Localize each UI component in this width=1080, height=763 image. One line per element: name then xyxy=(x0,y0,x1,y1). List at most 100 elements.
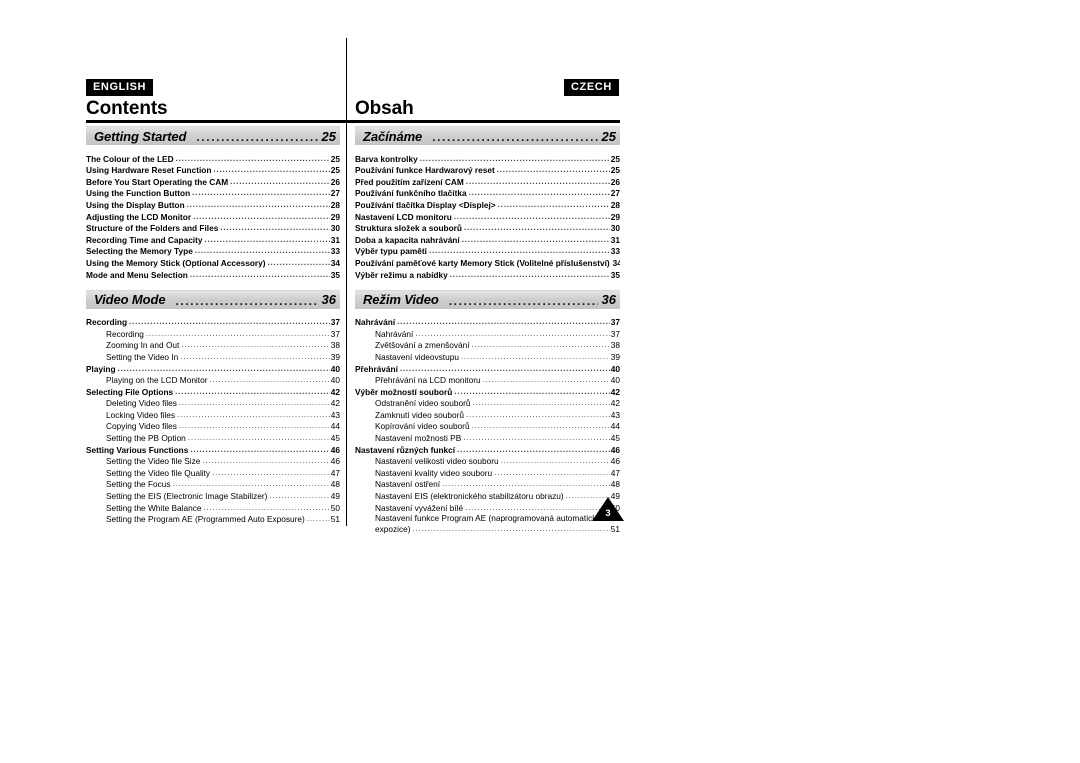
toc-entry[interactable]: Using Hardware Reset Function...........… xyxy=(86,164,340,176)
toc-entry-label: Nastavení možnosti PB xyxy=(375,433,462,444)
toc-entry[interactable]: Výběr režimu a nabídky..................… xyxy=(355,268,620,280)
toc-entry[interactable]: Doba a kapacita nahrávání...............… xyxy=(355,233,620,245)
toc-entry[interactable]: Odstranění video souborů................… xyxy=(355,397,620,409)
leader-dots: ........................................… xyxy=(186,199,330,209)
toc-entry[interactable]: Using the Display Button................… xyxy=(86,198,340,210)
toc-entry[interactable]: Kopírování video souborů................… xyxy=(355,420,620,432)
toc-entry[interactable]: Recording Time and Capacity.............… xyxy=(86,233,340,245)
toc-entry[interactable]: Before You Start Operating the CAM......… xyxy=(86,175,340,187)
toc-entry-page-number: 50 xyxy=(330,502,340,513)
leader-dots: ........................................… xyxy=(213,165,329,175)
toc-entry[interactable]: Setting the EIS (Electronic Image Stabil… xyxy=(86,489,340,501)
toc-entry[interactable]: Setting the PB Option...................… xyxy=(86,431,340,443)
toc-entry-page-number: 35 xyxy=(330,269,340,280)
toc-entry[interactable]: Nastavení videovstupu...................… xyxy=(355,350,620,362)
toc-entry-page-number: 37 xyxy=(330,328,340,339)
toc-entry-page-number: 29 xyxy=(330,211,340,222)
toc-entry[interactable]: Setting Various Functions...............… xyxy=(86,443,340,455)
toc-entry-label: Setting the White Balance xyxy=(106,502,202,513)
toc-entry[interactable]: Mode and Menu Selection.................… xyxy=(86,268,340,280)
toc-entry-page-number: 46 xyxy=(330,444,340,455)
leader-dots: ........................................… xyxy=(209,375,329,385)
toc-section-header[interactable]: Video Mode..............................… xyxy=(86,289,340,309)
toc-entry[interactable]: Nastavení EIS (elektronického stabilizát… xyxy=(355,489,620,501)
toc-entry-page-number: 25 xyxy=(610,153,620,164)
leader-dots: ........................................… xyxy=(397,317,610,327)
toc-entry[interactable]: Selecting the Memory Type...............… xyxy=(86,245,340,257)
toc-entry[interactable]: Nahrávání...............................… xyxy=(355,316,620,328)
toc-entry[interactable]: Setting the Program AE (Programmed Auto … xyxy=(86,513,340,525)
leader-dots: ........................................… xyxy=(177,409,330,419)
toc-entry[interactable]: Setting the White Balance...............… xyxy=(86,501,340,513)
toc-entry-page-number: 31 xyxy=(330,234,340,245)
toc-entry[interactable]: Přehrávání..............................… xyxy=(355,362,620,374)
toc-entry[interactable]: Locking Video files.....................… xyxy=(86,408,340,420)
toc-entry[interactable]: Deleting Video files....................… xyxy=(86,397,340,409)
toc-entry[interactable]: Playing on the LCD Monitor..............… xyxy=(86,374,340,386)
toc-entry[interactable]: Struktura složek a souborů..............… xyxy=(355,222,620,234)
toc-entry[interactable]: Setting the Video file Size.............… xyxy=(86,455,340,467)
column-divider xyxy=(346,38,347,526)
leader-dots: ........................................… xyxy=(193,211,330,221)
leader-dots: ........................................… xyxy=(175,153,330,163)
leader-dots: ........................................… xyxy=(453,211,610,221)
toc-section-header[interactable]: Začínáme................................… xyxy=(355,126,620,145)
toc-entry-page-number: 43 xyxy=(330,409,340,420)
toc-entry[interactable]: Před použitím zařízení CAM..............… xyxy=(355,175,620,187)
leader-dots: ........................................… xyxy=(180,351,329,361)
toc-entry[interactable]: Používání tlačítka Display <Displej>....… xyxy=(355,198,620,210)
leader-dots: ........................................… xyxy=(454,386,610,396)
leader-dots: ........................................… xyxy=(415,328,610,338)
toc-entry[interactable]: Přehrávání na LCD monitoru..............… xyxy=(355,374,620,386)
page-number: 3 xyxy=(605,508,611,518)
toc-entry[interactable]: Copying Video files.....................… xyxy=(86,420,340,432)
section-page-number: 25 xyxy=(601,128,616,144)
toc-entry-label: Kopírování video souborů xyxy=(375,421,470,432)
toc-entry[interactable]: Setting the Video In....................… xyxy=(86,350,340,362)
toc-entry[interactable]: Structure of the Folders and Files......… xyxy=(86,222,340,234)
leader-dots: ........................................… xyxy=(432,132,597,142)
toc-entry[interactable]: The Colour of the LED...................… xyxy=(86,152,340,164)
toc-entry-page-number: 42 xyxy=(610,386,620,397)
toc-entry[interactable]: Using the Memory Stick (Optional Accesso… xyxy=(86,256,340,268)
leader-dots: ........................................… xyxy=(181,340,330,350)
toc-entry[interactable]: Nahrávání...............................… xyxy=(355,327,620,339)
toc-entry[interactable]: Using the Function Button...............… xyxy=(86,187,340,199)
toc-entry-page-number: 31 xyxy=(610,234,620,245)
toc-entry[interactable]: Barva kontrolky.........................… xyxy=(355,152,620,164)
toc-entry[interactable]: Nastavení kvality video souboru.........… xyxy=(355,466,620,478)
toc-entry[interactable]: Nastavení LCD monitoru..................… xyxy=(355,210,620,222)
toc-entry[interactable]: Setting the Focus.......................… xyxy=(86,478,340,490)
section-title: Režim Video xyxy=(363,292,439,308)
toc-entry[interactable]: Používání paměťové karty Memory Stick (V… xyxy=(355,256,620,268)
section-page-number: 36 xyxy=(601,292,616,308)
toc-entry[interactable]: Recording...............................… xyxy=(86,316,340,328)
toc-entry[interactable]: Nastavení ostření.......................… xyxy=(355,478,620,490)
toc-entry[interactable]: Zvětšování a zmenšování.................… xyxy=(355,339,620,351)
toc-entry[interactable]: Setting the Video file Quality..........… xyxy=(86,466,340,478)
toc-entry-page-number: 39 xyxy=(330,351,340,362)
toc-entry[interactable]: Playing.................................… xyxy=(86,362,340,374)
leader-dots: ........................................… xyxy=(468,188,610,198)
toc-entry[interactable]: Nastavení možnosti PB...................… xyxy=(355,431,620,443)
toc-entry[interactable]: Výběr typu paměti.......................… xyxy=(355,245,620,257)
toc-section-header[interactable]: Getting Started.........................… xyxy=(86,126,340,145)
toc-entry-page-number: 34 xyxy=(612,257,620,268)
toc-entry[interactable]: Selecting File Options..................… xyxy=(86,385,340,397)
toc-entry-label: Structure of the Folders and Files xyxy=(86,223,219,234)
toc-entry-page-number: 51 xyxy=(610,524,620,535)
toc-entry[interactable]: Nastavení velikosti video souboru.......… xyxy=(355,455,620,467)
toc-entry[interactable]: Používání funkčního tlačítka............… xyxy=(355,187,620,199)
toc-entry[interactable]: Používání funkce Hardwarový reset.......… xyxy=(355,164,620,176)
toc-entry-page-number: 27 xyxy=(610,188,620,199)
toc-entry[interactable]: Nastavení různých funkcí................… xyxy=(355,443,620,455)
toc-entry[interactable]: Nastavení vyvážení bílé.................… xyxy=(355,501,620,513)
toc-entry[interactable]: Zamknutí video souborů..................… xyxy=(355,408,620,420)
toc-entry[interactable]: Výběr možností souborů..................… xyxy=(355,385,620,397)
toc-entry[interactable]: Adjusting the LCD Monitor...............… xyxy=(86,210,340,222)
toc-entry[interactable]: Nastavení funkce Program AE (naprogramov… xyxy=(355,513,620,536)
toc-entry[interactable]: Zooming In and Out......................… xyxy=(86,339,340,351)
toc-entry[interactable]: Recording...............................… xyxy=(86,327,340,339)
toc-section-header[interactable]: Režim Video.............................… xyxy=(355,289,620,309)
